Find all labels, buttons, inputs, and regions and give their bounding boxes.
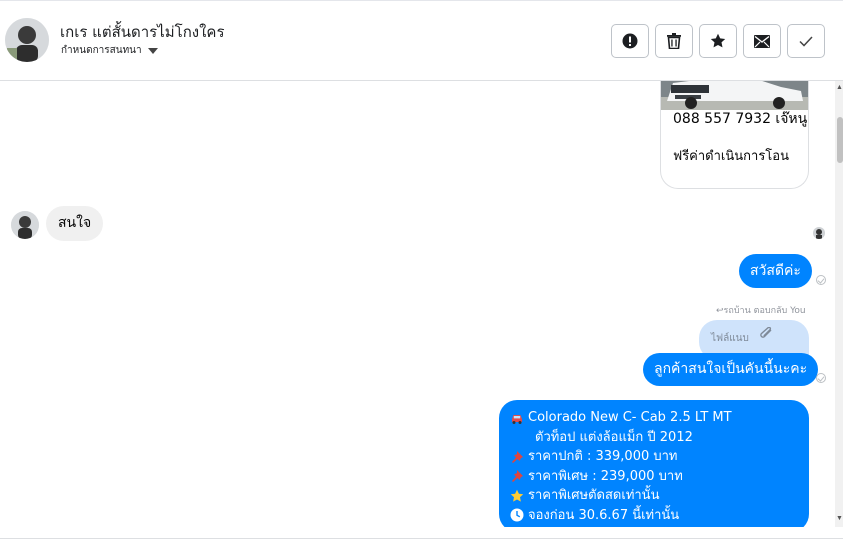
reply-note-text: รถบ้าน ตอบกลับ You: [723, 306, 806, 316]
star-emoji-icon: [510, 489, 524, 502]
conversation-header: เกเร แต่สั้นดารไม่โกงใคร กำหนดการสนทนา: [0, 0, 843, 81]
listing-card[interactable]: 088 557 7932 เจ๊หนู ฟรีค่าดำเนินการโอน: [660, 81, 809, 189]
reply-attachment-label: ไฟล์แนบ: [711, 333, 749, 344]
checkmark-icon: [799, 35, 813, 47]
chat-scrollbar[interactable]: ▲ ▼: [835, 81, 843, 527]
cash-only-note: ราคาพิเศษตัดสดเท่านั้น: [528, 488, 660, 503]
sender-avatar[interactable]: [11, 211, 39, 239]
mark-done-button[interactable]: [787, 24, 825, 58]
reply-note: ↩รถบ้าน ตอบกลับ You: [716, 303, 806, 317]
conversation-status-label: กำหนดการสนทนา: [61, 45, 142, 56]
paperclip-icon: [760, 327, 772, 338]
exclamation-icon: [622, 33, 638, 49]
contact-name[interactable]: เกเร แต่สั้นดารไม่โกงใคร: [60, 20, 225, 44]
conversation-status-dropdown[interactable]: กำหนดการสนทนา: [61, 43, 158, 58]
listing-line: ตัวท็อป แต่งล้อแม็ก ปี 2012: [510, 428, 798, 448]
mark-unread-button[interactable]: [743, 24, 781, 58]
pushpin-icon: [512, 470, 523, 483]
incoming-message[interactable]: สนใจ: [46, 206, 104, 241]
trash-icon: [667, 33, 681, 49]
star-button[interactable]: [699, 24, 737, 58]
star-icon: [710, 33, 726, 48]
scroll-down-arrow-icon[interactable]: ▼: [836, 515, 843, 522]
contact-avatar[interactable]: [5, 18, 49, 62]
sent-check-icon: [816, 373, 826, 383]
special-price: ราคาพิเศษ : 239,000 บาท: [528, 468, 683, 484]
listing-line: จองก่อน 30.6.67 นี้เท่านั้น: [510, 506, 798, 526]
outgoing-message-interest[interactable]: ลูกค้าสนใจเป็นคันนี้นะคะ: [643, 353, 819, 386]
message-thread[interactable]: 088 557 7932 เจ๊หนู ฟรีค่าดำเนินการโอน ส…: [0, 81, 835, 527]
listing-phone: 088 557 7932 เจ๊หนู: [673, 111, 808, 127]
seen-indicator-avatar: [813, 227, 825, 239]
delete-button[interactable]: [655, 24, 693, 58]
clock-icon: [510, 508, 524, 522]
mark-spam-button[interactable]: [611, 24, 649, 58]
regular-price: ราคาปกติ : 339,000 บาท: [528, 449, 678, 464]
listing-subtitle: ตัวท็อป แต่งล้อแม็ก ปี 2012: [535, 429, 693, 445]
listing-line: ราคาพิเศษตัดสดเท่านั้น: [510, 486, 798, 506]
car-photo: [661, 81, 808, 110]
outgoing-message-listing[interactable]: Colorado New C- Cab 2.5 LT MT ตัวท็อป แต…: [499, 400, 809, 527]
listing-line: Colorado New C- Cab 2.5 LT MT: [510, 408, 798, 428]
listing-line: ราคาปกติ : 339,000 บาท: [510, 447, 798, 467]
listing-line: ราคาพิเศษ : 239,000 บาท: [510, 467, 798, 487]
outgoing-message-greeting[interactable]: สวัสดีค่ะ: [739, 254, 812, 288]
car-icon: [512, 414, 522, 424]
listing-title: Colorado New C- Cab 2.5 LT MT: [528, 410, 732, 425]
sent-check-icon: [816, 275, 826, 285]
scroll-up-arrow-icon[interactable]: ▲: [836, 84, 843, 91]
pushpin-icon: [512, 450, 523, 463]
scrollbar-thumb[interactable]: [837, 117, 843, 163]
reply-arrow-icon: ↩: [716, 306, 724, 316]
listing-fee-note: ฟรีค่าดำเนินการโอน: [673, 149, 789, 164]
caret-down-icon: [147, 47, 158, 54]
booking-deadline: จองก่อน 30.6.67 นี้เท่านั้น: [528, 507, 680, 523]
envelope-icon: [754, 34, 770, 48]
header-actions: [611, 24, 825, 58]
